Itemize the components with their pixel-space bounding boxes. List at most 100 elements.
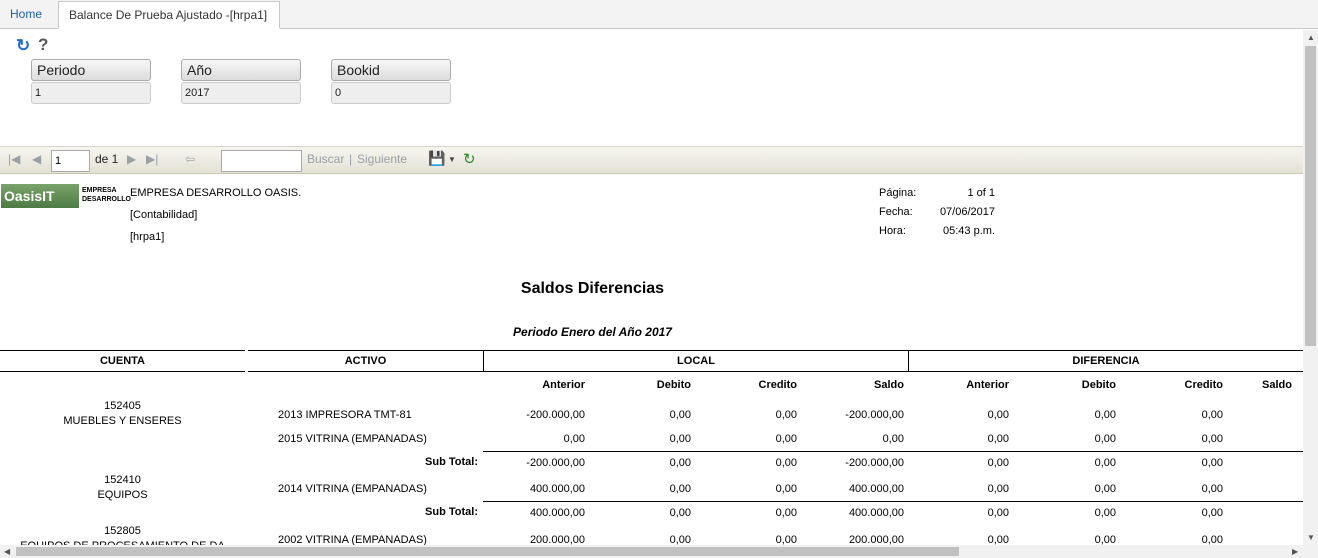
row-value: 0,00	[669, 409, 691, 421]
horizontal-scroll-thumb[interactable]	[16, 547, 959, 556]
page-value: 1 of 1	[967, 187, 995, 199]
param-input-anio[interactable]: 2017	[181, 82, 301, 104]
row-value: 0,00	[775, 409, 797, 421]
refresh-report-icon[interactable]: ↻	[463, 150, 476, 168]
account-name: MUEBLES Y ENSERES	[63, 415, 182, 427]
vertical-scroll-thumb[interactable]	[1305, 46, 1316, 346]
col-local: LOCAL	[677, 355, 715, 367]
scroll-right-icon[interactable]: ▶	[1292, 547, 1298, 556]
subcol-header: Anterior	[542, 379, 585, 391]
next-page-icon[interactable]: ▶	[127, 152, 136, 166]
scroll-left-icon[interactable]: ◀	[4, 547, 10, 556]
account-code: 152405	[104, 400, 141, 412]
subcol-header: Debito	[656, 379, 691, 391]
subtotal-value: -200.000,00	[526, 457, 585, 469]
account-code: 152410	[104, 474, 141, 486]
horizontal-scrollbar[interactable]: ◀ ▶	[0, 545, 1318, 558]
subtotal-value: 0,00	[775, 507, 797, 519]
tab-report-label: Balance De Prueba Ajustado -[hrpa1]	[69, 8, 268, 22]
subtotal-label: Sub Total:	[425, 456, 478, 468]
row-description: 2015 VITRINA (EMPANADAS)	[278, 433, 427, 445]
param-label-periodo: Periodo	[31, 59, 151, 81]
row-value: 200.000,00	[848, 534, 904, 545]
row-value: 0,00	[1094, 409, 1116, 421]
row-value: 0,00	[775, 534, 797, 545]
tab-home[interactable]: Home	[0, 1, 52, 29]
row-value: 0,00	[1201, 433, 1223, 445]
subtotal-value: 0,00	[1201, 457, 1223, 469]
report-subtitle: Periodo Enero del Año 2017	[513, 325, 672, 339]
subtotal-value: -200.000,00	[845, 457, 904, 469]
report-page: OasisIT EMPRESA DESARROLLO EMPRESA DESARR…	[0, 175, 1303, 545]
account-code: 152805	[104, 525, 141, 537]
time-label: Hora:	[879, 225, 906, 237]
page-number-input[interactable]: 1	[51, 150, 90, 172]
col-diferencia: DIFERENCIA	[1072, 355, 1140, 367]
row-value: 400.000,00	[529, 483, 585, 495]
subtotal-label: Sub Total:	[425, 506, 478, 518]
find-input[interactable]	[221, 150, 302, 172]
last-page-icon[interactable]: ▶|	[146, 152, 158, 166]
vertical-scrollbar[interactable]: ▲ ▼	[1303, 30, 1318, 545]
row-value: 0,00	[987, 433, 1009, 445]
row-value: 0,00	[987, 483, 1009, 495]
subtotal-value: 400.000,00	[848, 507, 904, 519]
row-value: 0,00	[1201, 534, 1223, 545]
report-toolbar: |◀ ◀ 1 de 1 ▶ ▶| ⇦ Buscar | Siguiente 💾 …	[0, 146, 1303, 174]
row-value: 0,00	[1201, 409, 1223, 421]
row-value: 400.000,00	[848, 483, 904, 495]
subcol-header: Debito	[1081, 379, 1116, 391]
row-value: 0,00	[563, 433, 585, 445]
row-value: 0,00	[669, 483, 691, 495]
find-button[interactable]: Buscar	[307, 152, 344, 166]
row-value: 0,00	[987, 409, 1009, 421]
subtotal-value: 0,00	[1201, 507, 1223, 519]
subcol-header: Credito	[758, 379, 798, 391]
tab-report[interactable]: Balance De Prueba Ajustado -[hrpa1] ×	[58, 1, 280, 49]
subtotal-value: 400.000,00	[529, 507, 585, 519]
refresh-icon[interactable]: ↻	[16, 36, 30, 56]
find-next-button[interactable]: Siguiente	[357, 152, 407, 166]
param-input-periodo[interactable]: 1	[31, 82, 151, 104]
row-value: 0,00	[1094, 534, 1116, 545]
row-value: 0,00	[775, 433, 797, 445]
department: [Contabilidad]	[130, 209, 198, 221]
subtotal-value: 0,00	[987, 507, 1009, 519]
row-value: -200.000,00	[845, 409, 904, 421]
subcol-header: Saldo	[1262, 379, 1292, 391]
export-icon[interactable]: 💾	[428, 150, 445, 167]
report-code: [hrpa1]	[130, 231, 165, 243]
scroll-down-icon[interactable]: ▼	[1307, 533, 1315, 542]
date-label: Fecha:	[879, 206, 913, 218]
row-value: 0,00	[1094, 433, 1116, 445]
subtotal-value: 0,00	[1094, 507, 1116, 519]
company-logo: OasisIT	[1, 184, 79, 208]
tab-bar: Home Balance De Prueba Ajustado -[hrpa1]…	[0, 0, 1318, 49]
export-dropdown-icon[interactable]: ▼	[448, 155, 456, 164]
find-separator: |	[349, 152, 353, 166]
row-description: 2002 VITRINA (EMPANADAS)	[278, 534, 427, 545]
row-value: -200.000,00	[526, 409, 585, 421]
prev-page-icon[interactable]: ◀	[32, 152, 41, 166]
help-icon[interactable]: ?	[38, 35, 48, 55]
row-value: 0,00	[882, 433, 904, 445]
subtotal-value: 0,00	[669, 507, 691, 519]
back-icon[interactable]: ⇦	[185, 152, 195, 166]
row-value: 200.000,00	[529, 534, 585, 545]
first-page-icon[interactable]: |◀	[8, 152, 20, 166]
param-input-bookid[interactable]: 0	[331, 82, 451, 104]
company-name: EMPRESA DESARROLLO OASIS.	[130, 187, 302, 199]
scroll-up-icon[interactable]: ▲	[1307, 33, 1315, 42]
row-value: 0,00	[1094, 483, 1116, 495]
row-value: 0,00	[987, 534, 1009, 545]
row-description: 2014 VITRINA (EMPANADAS)	[278, 483, 427, 495]
time-value: 05:43 p.m.	[943, 225, 995, 237]
subtotal-value: 0,00	[987, 457, 1009, 469]
subtotal-value: 0,00	[1094, 457, 1116, 469]
row-value: 0,00	[669, 433, 691, 445]
logo-subtext: EMPRESA DESARROLLO	[82, 187, 131, 203]
param-label-anio: Año	[181, 59, 301, 81]
subtotal-value: 0,00	[775, 457, 797, 469]
col-activo: ACTIVO	[344, 355, 387, 367]
row-value: 0,00	[669, 534, 691, 545]
